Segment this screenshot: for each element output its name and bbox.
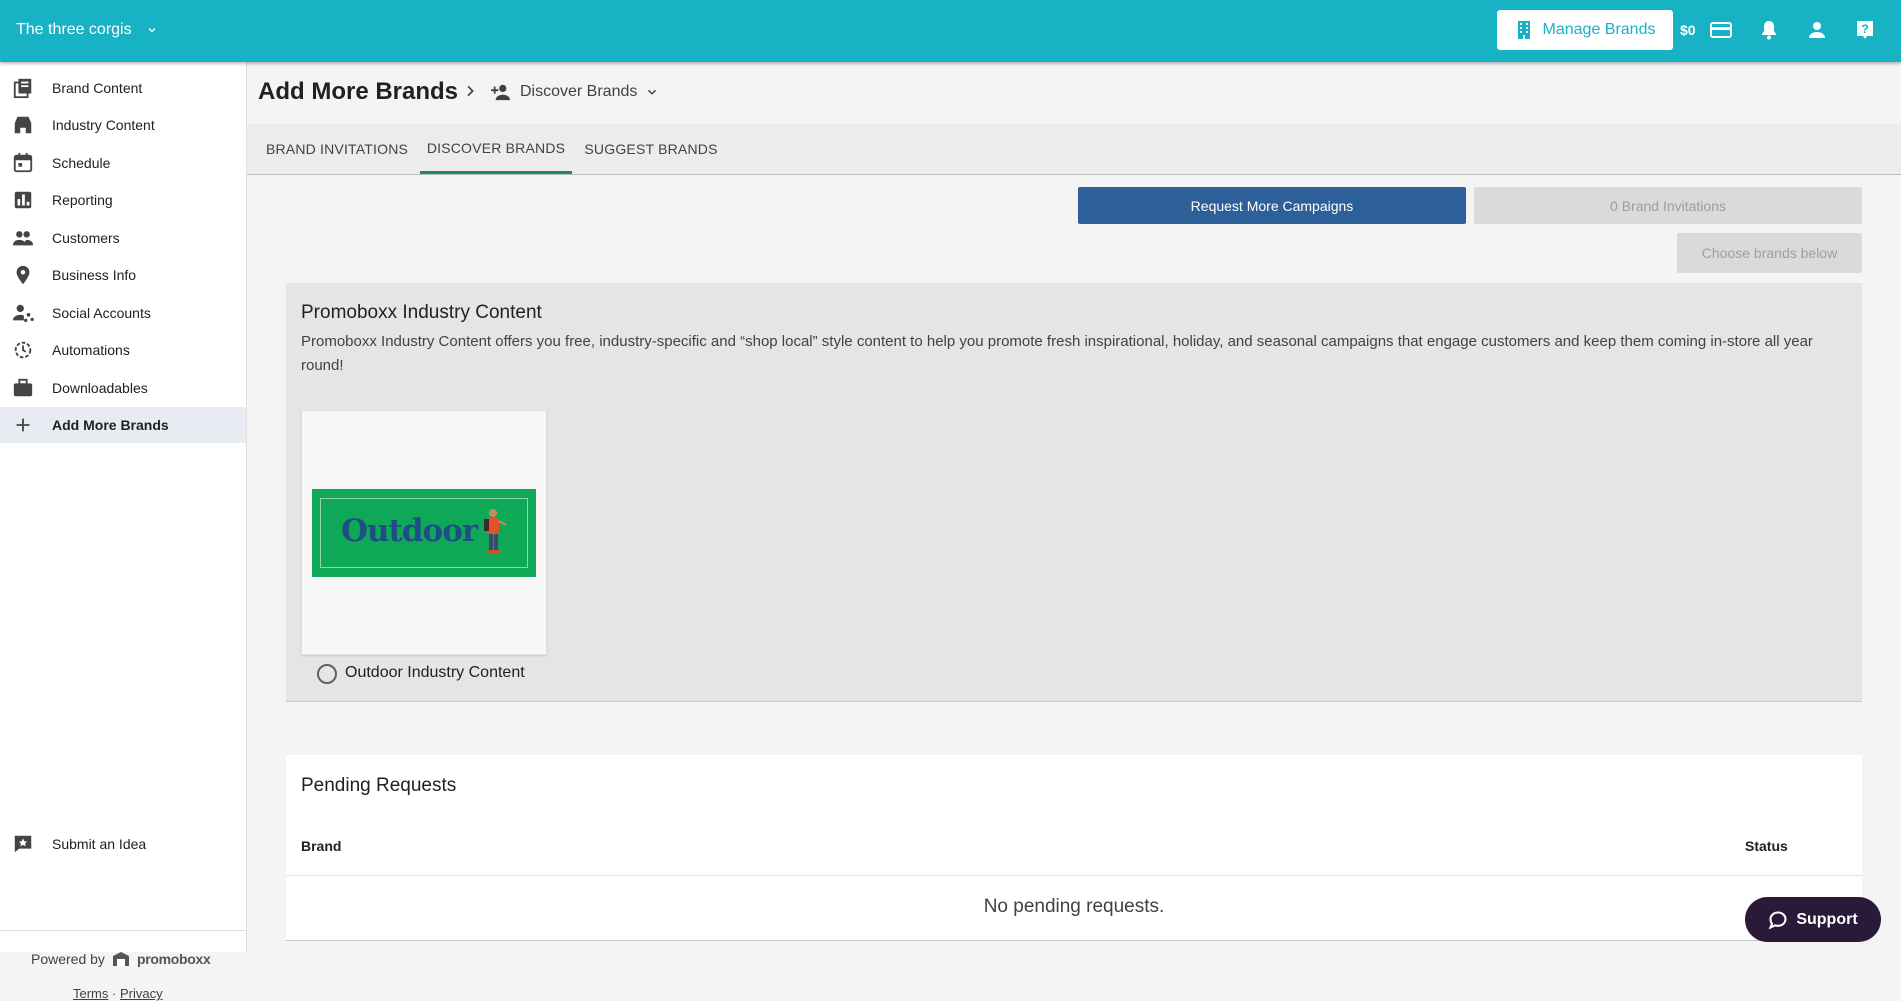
legal-links: Terms · Privacy	[73, 986, 163, 1001]
submit-idea-link[interactable]: Submit an Idea	[0, 826, 246, 862]
account-switcher[interactable]: The three corgis	[16, 21, 158, 39]
account-balance: $0	[1680, 22, 1696, 38]
sidebar-item-customers[interactable]: Customers	[0, 220, 246, 256]
manage-brands-button[interactable]: Manage Brands	[1497, 10, 1673, 50]
building-icon	[1517, 21, 1530, 39]
brand-logo-text: Outdoor	[341, 513, 478, 549]
breadcrumb-discover-brands[interactable]: Discover Brands	[490, 83, 659, 101]
hiker-icon	[484, 509, 507, 553]
industry-content-section: Promoboxx Industry Content Promoboxx Ind…	[286, 283, 1862, 702]
tab-bar: BRAND INVITATIONS DISCOVER BRANDS SUGGES…	[247, 124, 1901, 175]
automation-icon	[14, 341, 32, 359]
sidebar-item-automations[interactable]: Automations	[0, 332, 246, 368]
submit-idea-label: Submit an Idea	[52, 836, 147, 852]
sidebar-item-label: Business Info	[52, 267, 137, 283]
person-share-icon	[12, 304, 34, 322]
pending-requests-section: Pending Requests Brand Status No pending…	[286, 755, 1862, 941]
sidebar-item-label: Schedule	[52, 155, 111, 171]
chevron-down-icon	[648, 89, 657, 95]
breadcrumb-label: Discover Brands	[520, 83, 638, 100]
sidebar-item-social-accounts[interactable]: Social Accounts	[0, 295, 246, 331]
sidebar-item-downloadables[interactable]: Downloadables	[0, 370, 246, 406]
chevron-down-icon	[148, 28, 156, 33]
bell-icon[interactable]	[1757, 18, 1781, 42]
sidebar-item-brand-content[interactable]: Brand Content	[0, 70, 246, 106]
sidebar-item-add-more-brands[interactable]: Add More Brands	[0, 407, 246, 443]
people-icon	[12, 231, 34, 246]
powered-by: Powered by promoboxx	[31, 950, 211, 968]
brand-card-outdoor[interactable]: Outdoor	[301, 410, 547, 655]
legal-separator: ·	[112, 986, 117, 1001]
sidebar-item-label: Social Accounts	[52, 305, 151, 321]
sidebar-item-business-info[interactable]: Business Info	[0, 257, 246, 293]
brand-card-label[interactable]: Outdoor Industry Content	[345, 664, 525, 682]
store-icon	[14, 116, 32, 134]
brand-select-radio[interactable]	[317, 664, 337, 684]
page-title: Add More Brands	[258, 78, 459, 105]
request-more-campaigns-button[interactable]: Request More Campaigns	[1078, 187, 1466, 224]
profile-icon[interactable]	[1805, 18, 1829, 42]
tab-suggest-brands[interactable]: SUGGEST BRANDS	[581, 124, 721, 174]
choose-brands-button[interactable]: Choose brands below	[1677, 233, 1862, 273]
column-header-status: Status	[1745, 838, 1788, 854]
support-button[interactable]: Support	[1745, 897, 1881, 942]
column-header-brand: Brand	[301, 838, 342, 854]
top-bar: The three corgis Manage Brands $0 ?	[0, 0, 1901, 62]
account-name: The three corgis	[16, 21, 132, 38]
section-title: Promoboxx Industry Content	[301, 302, 542, 323]
sidebar-item-label: Add More Brands	[52, 417, 169, 433]
library-icon	[13, 78, 32, 99]
sidebar: Brand Content Industry Content Schedule …	[0, 62, 247, 1001]
manage-brands-label: Manage Brands	[1542, 21, 1656, 38]
sidebar-item-schedule[interactable]: Schedule	[0, 145, 246, 181]
sidebar-item-label: Automations	[52, 342, 130, 358]
section-description: Promoboxx Industry Content offers you fr…	[301, 333, 1813, 374]
calendar-icon	[13, 152, 33, 173]
page-header: Add More Brands Discover Brands	[247, 62, 1901, 124]
sidebar-item-reporting[interactable]: Reporting	[0, 182, 246, 218]
empty-state-message: No pending requests.	[983, 896, 1165, 917]
support-label: Support	[1796, 910, 1858, 928]
svg-text:?: ?	[1861, 22, 1868, 36]
promoboxx-logo-icon	[112, 952, 129, 966]
powered-by-label: Powered by	[31, 951, 105, 967]
person-add-icon	[491, 84, 510, 101]
terms-link[interactable]: Terms	[73, 986, 108, 1001]
sidebar-item-label: Brand Content	[52, 80, 143, 96]
tab-discover-brands[interactable]: DISCOVER BRANDS	[420, 124, 572, 174]
plus-icon	[16, 418, 30, 432]
briefcase-icon	[13, 378, 33, 397]
privacy-link[interactable]: Privacy	[120, 986, 163, 1001]
brand-invitations-button[interactable]: 0 Brand Invitations	[1474, 187, 1862, 224]
sidebar-item-industry-content[interactable]: Industry Content	[0, 107, 246, 143]
brand-logo-outdoor: Outdoor	[312, 489, 536, 577]
bar-chart-icon	[14, 191, 32, 209]
chat-bubble-icon	[1768, 910, 1787, 929]
sidebar-item-label: Downloadables	[52, 380, 148, 396]
credit-card-icon[interactable]	[1709, 18, 1733, 42]
location-pin-icon	[16, 265, 30, 285]
table-divider	[286, 875, 1862, 876]
help-icon[interactable]: ?	[1853, 18, 1877, 42]
section-title: Pending Requests	[301, 775, 457, 796]
sidebar-item-label: Industry Content	[52, 117, 155, 133]
sidebar-item-label: Reporting	[52, 192, 113, 208]
chevron-right-icon	[467, 85, 474, 97]
powered-brand: promoboxx	[136, 951, 211, 967]
sidebar-divider	[0, 930, 246, 931]
tab-brand-invitations[interactable]: BRAND INVITATIONS	[262, 124, 412, 174]
sidebar-item-label: Customers	[52, 230, 120, 246]
feedback-star-icon	[14, 835, 32, 853]
